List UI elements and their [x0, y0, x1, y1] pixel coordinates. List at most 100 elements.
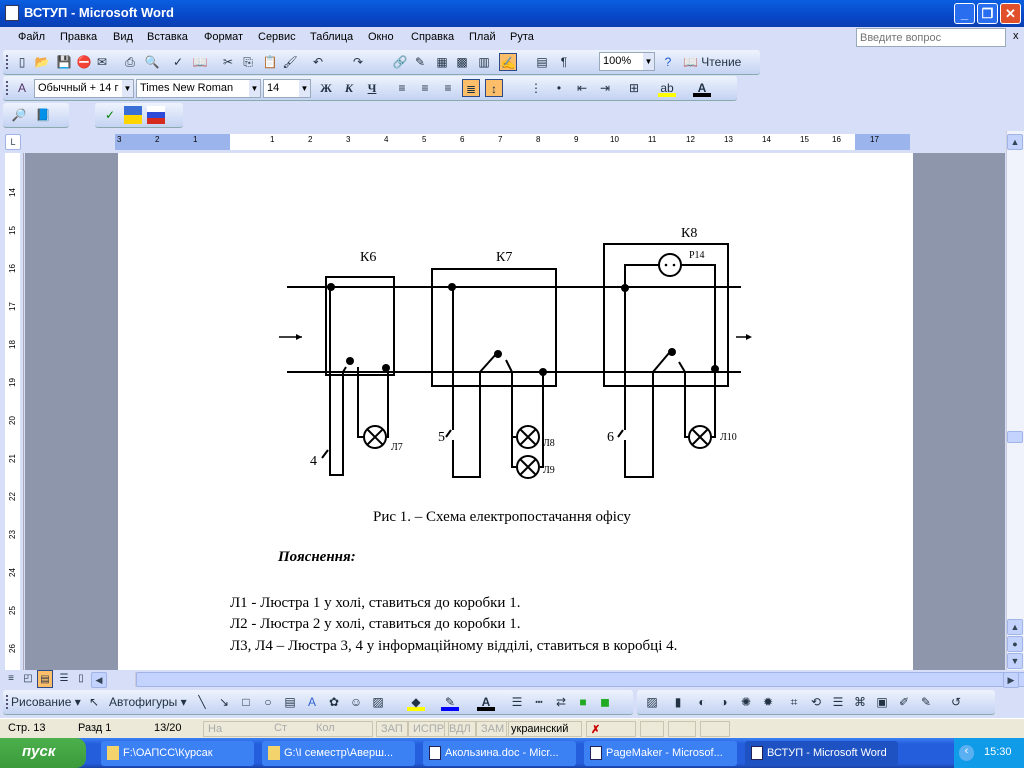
scroll-thumb[interactable]: [1007, 431, 1023, 443]
permission-icon[interactable]: ⛔: [75, 53, 93, 71]
fill-color-icon[interactable]: ◆: [407, 693, 425, 711]
word-app-icon[interactable]: [5, 5, 19, 21]
menu-help[interactable]: Справка: [411, 31, 454, 43]
taskbar-item[interactable]: F:\ОАПСС\Курсак: [101, 741, 254, 766]
research-icon[interactable]: 🔎: [10, 106, 28, 124]
menu-table[interactable]: Таблица: [310, 31, 353, 43]
russian-flag-icon[interactable]: [147, 106, 165, 124]
toolbar-grip[interactable]: [6, 81, 8, 95]
scroll-left-button[interactable]: ◀: [91, 672, 107, 688]
next-page-button[interactable]: ▼: [1007, 653, 1023, 669]
vertical-scrollbar[interactable]: ▲ ▲ ● ▼: [1006, 131, 1024, 670]
3d-icon[interactable]: ◼: [596, 693, 614, 711]
select-objects-icon[interactable]: ↖: [85, 693, 103, 711]
taskbar-item[interactable]: Акользина.doc - Micr...: [423, 741, 576, 766]
arrow-icon[interactable]: ↘: [215, 693, 233, 711]
rotate-icon[interactable]: ⟲: [807, 693, 825, 711]
tables-borders-icon[interactable]: ✎: [411, 53, 429, 71]
thesaurus-icon[interactable]: 📘: [34, 106, 52, 124]
less-brightness-icon[interactable]: ✹: [759, 693, 777, 711]
line-icon[interactable]: ╲: [193, 693, 211, 711]
line-color-icon[interactable]: ✎: [441, 693, 459, 711]
line-style-icon[interactable]: ☰: [829, 693, 847, 711]
arrow-style-icon[interactable]: ⇄: [552, 693, 570, 711]
email-icon[interactable]: ✉: [93, 53, 111, 71]
web-view-icon[interactable]: ◰: [19, 670, 37, 688]
wordart-icon[interactable]: A: [303, 693, 321, 711]
document-page[interactable]: [118, 153, 913, 670]
more-brightness-icon[interactable]: ✺: [737, 693, 755, 711]
menu-view[interactable]: Вид: [113, 31, 133, 43]
close-button[interactable]: ✕: [1000, 3, 1021, 24]
insert-excel-icon[interactable]: ▩: [453, 53, 471, 71]
autoshapes-menu-button[interactable]: Автофигуры ▾: [109, 693, 191, 711]
numbering-icon[interactable]: ⋮: [527, 79, 545, 97]
taskbar-item[interactable]: PageMaker - Microsof...: [584, 741, 737, 766]
columns-icon[interactable]: ▥: [475, 53, 493, 71]
print-preview-icon[interactable]: 🔍: [143, 53, 161, 71]
restore-button[interactable]: ❐: [977, 3, 998, 24]
menu-format[interactable]: Формат: [204, 31, 243, 43]
reading-mode-button[interactable]: 📖 Чтение: [683, 53, 745, 71]
spelling-status-icon[interactable]: ✗: [586, 721, 636, 737]
menu-window[interactable]: Окно: [368, 31, 394, 43]
zoom-select[interactable]: 100% ▼: [599, 52, 655, 71]
highlight-icon[interactable]: ab: [658, 79, 676, 97]
taskbar-item-active[interactable]: ВСТУП - Microsoft Word: [745, 741, 898, 766]
scroll-up-button[interactable]: ▲: [1007, 134, 1023, 150]
drawing-icon[interactable]: ✍: [499, 53, 517, 71]
open-folder-icon[interactable]: 📂: [33, 53, 51, 71]
borders-icon[interactable]: ⊞: [625, 79, 643, 97]
help-search-input[interactable]: [856, 28, 1006, 47]
align-right-icon[interactable]: ≡: [439, 79, 457, 97]
styles-pane-icon[interactable]: A: [13, 79, 31, 97]
underline-button[interactable]: Ч: [363, 79, 381, 97]
justify-icon[interactable]: ≣: [462, 79, 480, 97]
research-icon[interactable]: 📖: [191, 53, 209, 71]
document-map-icon[interactable]: ▤: [533, 53, 551, 71]
normal-view-icon[interactable]: ≡: [2, 670, 20, 688]
italic-button[interactable]: К: [340, 79, 358, 97]
menu-insert[interactable]: Вставка: [147, 31, 188, 43]
diagram-icon[interactable]: ✿: [325, 693, 343, 711]
insert-table-icon[interactable]: ▦: [433, 53, 451, 71]
picture-icon[interactable]: ▨: [369, 693, 387, 711]
ukrainian-flag-icon[interactable]: [124, 106, 142, 124]
menu-ruta[interactable]: Рута: [510, 31, 534, 43]
font-color-icon[interactable]: A: [477, 693, 495, 711]
show-formatting-icon[interactable]: ¶: [555, 53, 573, 71]
horizontal-scrollbar[interactable]: [135, 672, 1024, 687]
style-select[interactable]: Обычный + 14 г ▼: [34, 79, 134, 98]
increase-indent-icon[interactable]: ⇥: [596, 79, 614, 97]
status-rec[interactable]: ЗАП: [376, 721, 408, 737]
minimize-button[interactable]: _: [954, 3, 975, 24]
previous-page-button[interactable]: ▲: [1007, 619, 1023, 635]
reset-picture-icon[interactable]: ↺: [947, 693, 965, 711]
help-icon[interactable]: ?: [659, 53, 677, 71]
start-button[interactable]: пуск: [0, 738, 86, 768]
drawing-menu-button[interactable]: Рисование ▾: [11, 693, 83, 711]
compress-icon[interactable]: ⌘: [851, 693, 869, 711]
toolbar-grip[interactable]: [6, 55, 8, 69]
font-size-select[interactable]: 14 ▼: [263, 79, 311, 98]
more-contrast-icon[interactable]: ◐: [693, 693, 711, 711]
spelling-icon[interactable]: ✓: [169, 53, 187, 71]
align-center-icon[interactable]: ≡: [416, 79, 434, 97]
taskbar-item[interactable]: G:\I семестр\Аверш...: [262, 741, 415, 766]
format-picture-icon[interactable]: ✐: [895, 693, 913, 711]
menu-tools[interactable]: Сервис: [258, 31, 296, 43]
outline-view-icon[interactable]: ☰: [55, 670, 73, 688]
copy-icon[interactable]: ⎘: [239, 53, 257, 71]
less-contrast-icon[interactable]: ◑: [715, 693, 733, 711]
print-layout-icon[interactable]: ▤: [37, 670, 53, 688]
clipart-icon[interactable]: ☺: [347, 693, 365, 711]
font-select[interactable]: Times New Roman ▼: [136, 79, 261, 98]
line-style-icon[interactable]: ☰: [508, 693, 526, 711]
font-color-icon[interactable]: A: [693, 79, 711, 97]
text-wrapping-icon[interactable]: ▣: [873, 693, 891, 711]
status-language[interactable]: украинский: [506, 721, 582, 737]
decrease-indent-icon[interactable]: ⇤: [573, 79, 591, 97]
menu-edit[interactable]: Правка: [60, 31, 97, 43]
undo-icon[interactable]: ↶: [309, 53, 327, 71]
bold-button[interactable]: Ж: [317, 79, 335, 97]
